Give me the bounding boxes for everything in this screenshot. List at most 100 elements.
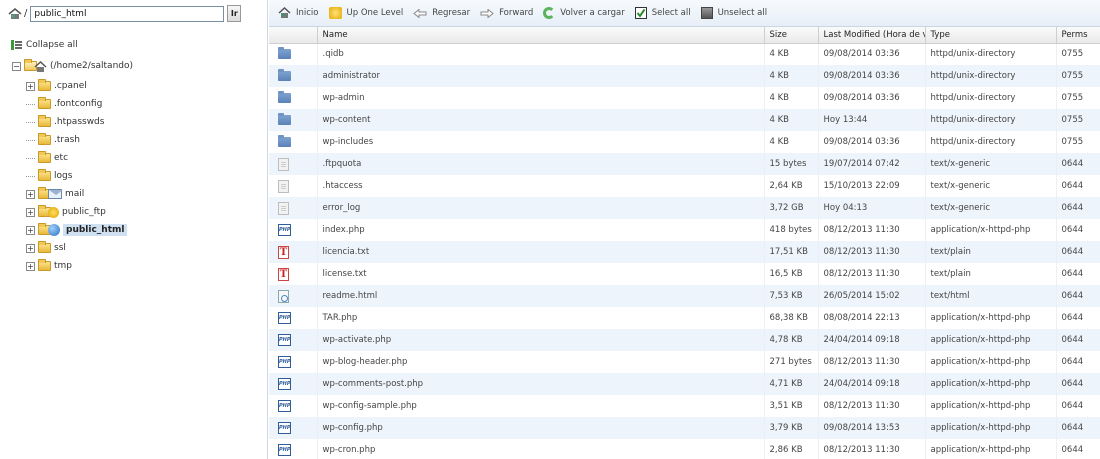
- table-row[interactable]: PHP wp-blog-header.php 271 bytes 08/12/2013…: [269, 351, 1100, 373]
- expand-toggle-icon[interactable]: +: [26, 243, 35, 253]
- file-perms[interactable]: 0644: [1056, 417, 1100, 439]
- tree-item-fontconfig[interactable]: .fontconfig: [26, 96, 102, 112]
- file-icon-cell[interactable]: PHP: [269, 351, 318, 373]
- file-name[interactable]: wp-activate.php: [317, 329, 765, 351]
- select-all-button[interactable]: Select all: [634, 7, 691, 19]
- file-perms[interactable]: 0644: [1056, 197, 1100, 219]
- file-icon-cell[interactable]: PHP: [269, 417, 318, 439]
- table-row[interactable]: readme.html 7,53 KB 26/05/2014 15:02 text/h…: [269, 285, 1100, 307]
- file-perms[interactable]: 0644: [1056, 219, 1100, 241]
- table-row[interactable]: PHP wp-config-sample.php 3,51 KB 08/12/2013…: [269, 395, 1100, 417]
- file-name[interactable]: wp-includes: [317, 131, 765, 153]
- file-icon-cell[interactable]: PHP: [269, 307, 318, 329]
- file-name[interactable]: readme.html: [317, 285, 765, 307]
- file-icon-cell[interactable]: [269, 175, 318, 197]
- file-name[interactable]: .qidb: [317, 43, 765, 65]
- file-perms[interactable]: 0644: [1056, 329, 1100, 351]
- file-perms[interactable]: 0755: [1056, 65, 1100, 87]
- file-name[interactable]: license.txt: [317, 263, 765, 285]
- back-button[interactable]: Regresar: [413, 8, 470, 19]
- tree-item-htpasswds[interactable]: .htpasswds: [26, 114, 104, 130]
- file-perms[interactable]: 0644: [1056, 263, 1100, 285]
- expand-toggle-icon[interactable]: +: [26, 81, 35, 91]
- file-perms[interactable]: 0644: [1056, 373, 1100, 395]
- file-icon-cell[interactable]: [269, 109, 318, 131]
- file-name[interactable]: wp-admin: [317, 87, 765, 109]
- file-perms[interactable]: 0755: [1056, 87, 1100, 109]
- file-name[interactable]: .ftpquota: [317, 153, 765, 175]
- file-perms[interactable]: 0755: [1056, 109, 1100, 131]
- file-name[interactable]: wp-config-sample.php: [317, 395, 765, 417]
- tree-item-cpanel[interactable]: + .cpanel: [26, 78, 87, 94]
- unselect-all-button[interactable]: Unselect all: [700, 7, 767, 19]
- reload-button[interactable]: Volver a cargar: [543, 7, 625, 19]
- file-name[interactable]: index.php: [317, 219, 765, 241]
- expand-toggle-icon[interactable]: +: [26, 189, 35, 199]
- table-row[interactable]: Tlicense.txt 16,5 KB 08/12/2013 11:30 text/…: [269, 263, 1100, 285]
- file-perms[interactable]: 0755: [1056, 131, 1100, 153]
- table-row[interactable]: .qidb 4 KB 09/08/2014 03:36 httpd/unix-dire…: [269, 43, 1100, 65]
- file-name[interactable]: wp-blog-header.php: [317, 351, 765, 373]
- collapse-toggle-icon[interactable]: −: [12, 61, 21, 71]
- table-row[interactable]: administrator 4 KB 09/08/2014 03:36 httpd/u…: [269, 65, 1100, 87]
- table-row[interactable]: PHP index.php 418 bytes 08/12/2013 11:30 app…: [269, 219, 1100, 241]
- table-row[interactable]: wp-content 4 KB Hoy 13:44 httpd/unix-direct…: [269, 109, 1100, 131]
- file-perms[interactable]: 0644: [1056, 241, 1100, 263]
- tree-item-public-ftp[interactable]: + public_ftp: [26, 204, 106, 220]
- file-perms[interactable]: 0644: [1056, 439, 1100, 459]
- file-perms[interactable]: 0644: [1056, 285, 1100, 307]
- column-header-name[interactable]: Name: [317, 27, 765, 44]
- table-row[interactable]: wp-admin 4 KB 09/08/2014 03:36 httpd/unix-d…: [269, 87, 1100, 109]
- file-icon-cell[interactable]: [269, 197, 318, 219]
- file-perms[interactable]: 0644: [1056, 175, 1100, 197]
- go-button[interactable]: Ir: [227, 5, 242, 22]
- expand-toggle-icon[interactable]: +: [26, 261, 35, 271]
- table-row[interactable]: PHP wp-comments-post.php 4,71 KB 24/04/2014…: [269, 373, 1100, 395]
- tree-item-etc[interactable]: etc: [26, 150, 68, 166]
- file-name[interactable]: licencia.txt: [317, 241, 765, 263]
- file-name[interactable]: wp-content: [317, 109, 765, 131]
- table-row[interactable]: .htaccess 2,64 KB 15/10/2013 22:09 text/x-g…: [269, 175, 1100, 197]
- file-icon-cell[interactable]: [269, 153, 318, 175]
- file-perms[interactable]: 0755: [1056, 43, 1100, 65]
- path-input[interactable]: [30, 5, 225, 22]
- file-name[interactable]: TAR.php: [317, 307, 765, 329]
- expand-toggle-icon[interactable]: +: [26, 225, 35, 235]
- table-row[interactable]: PHP TAR.php 68,38 KB 08/08/2014 22:13 applic…: [269, 307, 1100, 329]
- table-row[interactable]: wp-includes 4 KB 09/08/2014 03:36 httpd/uni…: [269, 131, 1100, 153]
- table-row[interactable]: PHP wp-config.php 3,79 KB 09/08/2014 13:53 a…: [269, 417, 1100, 439]
- file-perms[interactable]: 0644: [1056, 153, 1100, 175]
- collapse-all-link[interactable]: Collapse all: [11, 40, 78, 50]
- tree-item-logs[interactable]: logs: [26, 168, 72, 184]
- column-header-modified[interactable]: Last Modified (Hora de ve: [818, 27, 926, 44]
- tree-item-ssl[interactable]: + ssl: [26, 240, 66, 256]
- file-icon-cell[interactable]: [269, 131, 318, 153]
- table-row[interactable]: PHP wp-activate.php 4,78 KB 24/04/2014 09:1…: [269, 329, 1100, 351]
- tree-root[interactable]: − (/home2/saltando): [12, 58, 133, 74]
- column-header-perms[interactable]: Perms: [1056, 27, 1100, 44]
- file-name[interactable]: error_log: [317, 197, 765, 219]
- file-name[interactable]: .htaccess: [317, 175, 765, 197]
- file-perms[interactable]: 0644: [1056, 395, 1100, 417]
- file-icon-cell[interactable]: T: [269, 263, 318, 285]
- tree-item-tmp[interactable]: + tmp: [26, 258, 72, 274]
- table-row[interactable]: PHP wp-cron.php 2,86 KB 08/12/2013 11:30 app…: [269, 439, 1100, 459]
- column-header-size[interactable]: Size: [764, 27, 819, 44]
- file-icon-cell[interactable]: PHP: [269, 329, 318, 351]
- file-perms[interactable]: 0644: [1056, 351, 1100, 373]
- file-perms[interactable]: 0644: [1056, 307, 1100, 329]
- table-row[interactable]: .ftpquota 15 bytes 19/07/2014 07:42 text/x-…: [269, 153, 1100, 175]
- file-name[interactable]: wp-cron.php: [317, 439, 765, 459]
- tree-item-mail[interactable]: + mail: [26, 186, 84, 202]
- file-icon-cell[interactable]: [269, 43, 318, 65]
- file-icon-cell[interactable]: PHP: [269, 373, 318, 395]
- home-icon[interactable]: [8, 7, 22, 20]
- file-icon-cell[interactable]: [269, 285, 318, 307]
- table-row[interactable]: Tlicencia.txt 17,51 KB 08/12/2013 11:30 tex…: [269, 241, 1100, 263]
- up-one-level-button[interactable]: Up One Level: [328, 7, 403, 19]
- file-icon-cell[interactable]: T: [269, 241, 318, 263]
- file-icon-cell[interactable]: [269, 65, 318, 87]
- expand-toggle-icon[interactable]: +: [26, 207, 35, 217]
- column-header-type[interactable]: Type: [925, 27, 1057, 44]
- forward-button[interactable]: Forward: [480, 8, 533, 19]
